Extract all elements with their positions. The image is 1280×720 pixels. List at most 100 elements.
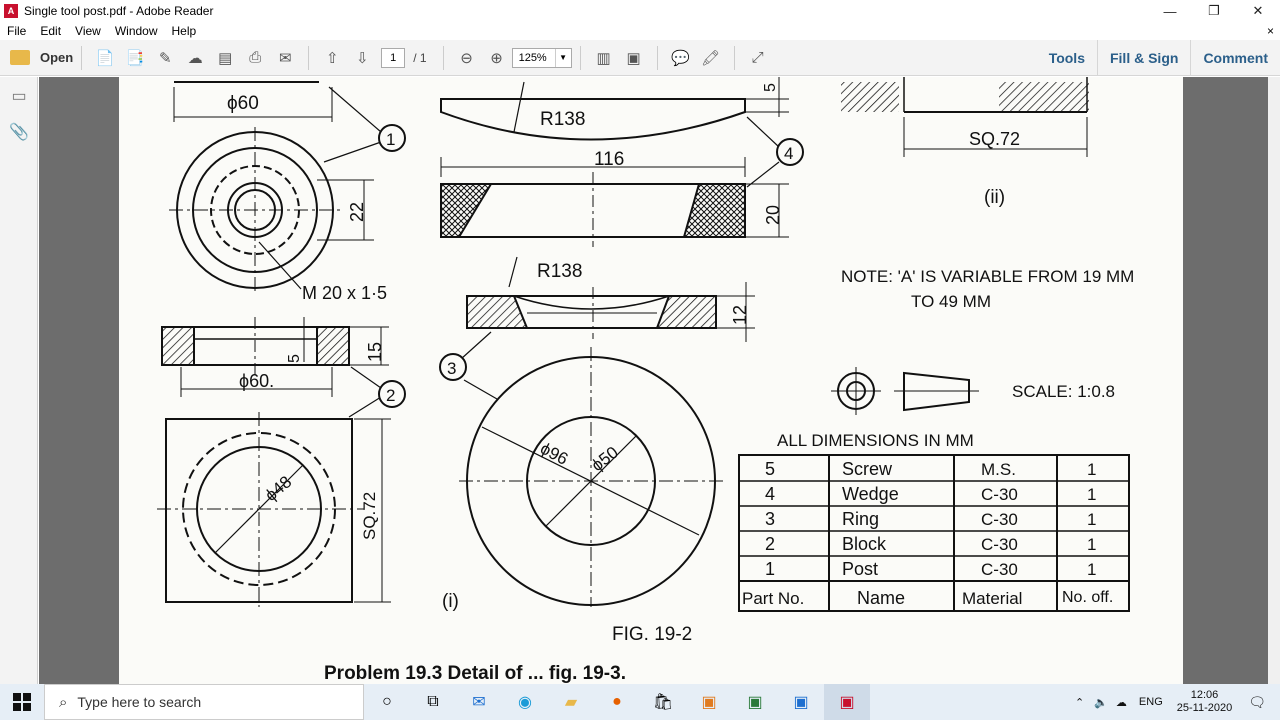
block-recess-label: 5	[286, 354, 303, 363]
table-cell: 1	[765, 559, 775, 579]
menu-view[interactable]: View	[68, 24, 108, 38]
clock[interactable]: 12:06 25-11-2020	[1171, 689, 1238, 715]
pdf-page: ϕ60 22 M 20 x 1·5 1 5 15 ϕ60. 2 ϕ48 SQ.7…	[119, 77, 1183, 684]
chevron-down-icon: ▼	[554, 48, 571, 67]
zoom-in-icon[interactable]: ⊕	[486, 47, 508, 69]
minimize-button[interactable]: —	[1148, 0, 1192, 22]
notifications-icon[interactable]: 🗨	[1238, 694, 1280, 711]
table-header: Material	[962, 589, 1022, 608]
orange-app-icon[interactable]: ▣	[686, 684, 732, 720]
block-section-view: 5 15 ϕ60. 2	[161, 317, 406, 418]
close-document-icon[interactable]: ×	[1267, 24, 1274, 38]
sign-icon[interactable]: ✎	[154, 47, 176, 69]
clock-date: 25-11-2020	[1176, 702, 1233, 714]
open-label: Open	[40, 50, 74, 65]
store-icon[interactable]: 🛍	[640, 684, 686, 720]
table-cell: C-30	[981, 510, 1018, 529]
toolbar-divider	[81, 45, 83, 70]
file-explorer-icon[interactable]: ▰	[548, 684, 594, 720]
wedge-height-label: 20	[763, 205, 783, 225]
next-page-icon[interactable]: ⇩	[351, 47, 373, 69]
menu-edit[interactable]: Edit	[33, 24, 68, 38]
email-icon[interactable]: ✉	[274, 47, 296, 69]
fit-width-icon[interactable]: ▥	[593, 47, 615, 69]
toolbar-divider	[579, 45, 581, 70]
vertical-scrollbar[interactable]	[1268, 77, 1280, 684]
ring-outer-diameter-label: ϕ96	[537, 439, 571, 469]
close-button[interactable]: ✕	[1236, 0, 1280, 22]
table-cell: 1	[1087, 510, 1096, 529]
view-i-label: (i)	[442, 591, 459, 612]
table-cell: C-30	[981, 560, 1018, 579]
table-cell: M.S.	[981, 460, 1016, 479]
create-pdf-icon[interactable]: 📄	[94, 47, 116, 69]
save-icon[interactable]: ▤	[214, 47, 236, 69]
task-view-icon[interactable]: ⧉	[410, 684, 456, 720]
block-height-label: 15	[365, 342, 385, 362]
folder-icon	[10, 50, 30, 65]
wedge-length-label: 116	[594, 149, 624, 170]
windows-taskbar: ⌕ Type here to search ○ ⧉ ✉ ◉ ▰ ● 🛍 ▣ ▣ …	[0, 684, 1280, 720]
projection-symbol	[831, 367, 979, 415]
expand-icon[interactable]: ⤢	[747, 47, 769, 69]
system-tray: ⌃ 🔈 ☁ ENG 12:06 25-11-2020 🗨	[1069, 684, 1280, 720]
table-cell: Screw	[842, 459, 893, 479]
sticky-note-icon[interactable]: 💬	[670, 47, 692, 69]
prev-page-icon[interactable]: ⇧	[321, 47, 343, 69]
table-cell: Wedge	[842, 484, 899, 504]
scale-label: SCALE: 1:0.8	[1012, 382, 1115, 401]
open-button[interactable]: Open	[10, 50, 73, 65]
volume-icon[interactable]: 🔈	[1090, 696, 1112, 709]
edit-pdf-icon[interactable]: 📑	[124, 47, 146, 69]
ring-radius-label: R138	[537, 261, 582, 282]
page-thumbnails-icon[interactable]: ▭	[8, 85, 30, 107]
search-icon: ⌕	[59, 693, 68, 711]
comment-button[interactable]: Comment	[1190, 40, 1280, 76]
table-cell: 1	[1087, 535, 1096, 554]
adobe-reader-icon: A	[4, 4, 18, 18]
mail-app-icon[interactable]: ✉	[456, 684, 502, 720]
page-number-input[interactable]: 1	[381, 47, 406, 68]
menu-window[interactable]: Window	[108, 24, 165, 38]
block-size-label: SQ.72	[360, 492, 379, 540]
firefox-icon[interactable]: ●	[594, 684, 640, 720]
edge-browser-icon[interactable]: ◉	[502, 684, 548, 720]
problem-heading: Problem 19.3 Detail of ... fig. 19-3.	[324, 663, 626, 684]
search-placeholder: Type here to search	[77, 694, 202, 710]
cortana-icon[interactable]: ○	[364, 684, 410, 720]
attachments-icon[interactable]: 📎	[8, 121, 30, 143]
table-cell: Ring	[842, 509, 879, 529]
network-icon[interactable]: ☁	[1112, 696, 1131, 709]
view-ii-size-label: SQ.72	[969, 129, 1020, 149]
toolbar-divider	[308, 45, 310, 70]
parts-table: 5 Screw M.S. 1 4 Wedge C-30 1 3 Ring C-3…	[738, 454, 1130, 612]
table-cell: 1	[1087, 460, 1096, 479]
zoom-select[interactable]: 125% ▼	[511, 47, 572, 68]
start-button[interactable]	[0, 684, 44, 720]
menu-file[interactable]: File	[0, 24, 33, 38]
adobe-reader-taskbar-icon[interactable]: ▣	[824, 684, 870, 720]
ring-height-label: 12	[730, 305, 750, 325]
table-cell: Block	[842, 534, 887, 554]
table-cell: Post	[842, 559, 878, 579]
language-indicator[interactable]: ENG	[1131, 696, 1171, 708]
upload-icon[interactable]: ☁	[184, 47, 206, 69]
highlight-icon[interactable]: 🖍	[700, 47, 722, 69]
restore-button[interactable]: ❐	[1192, 0, 1236, 22]
toolbar-divider	[656, 45, 658, 70]
wedge-radius-label: R138	[540, 109, 585, 130]
chevron-up-icon[interactable]: ⌃	[1069, 696, 1090, 709]
menu-help[interactable]: Help	[165, 24, 204, 38]
fit-page-icon[interactable]: ▣	[623, 47, 645, 69]
tools-button[interactable]: Tools	[1037, 40, 1097, 76]
figure-caption: FIG. 19-2	[612, 624, 692, 645]
photos-app-icon[interactable]: ▣	[778, 684, 824, 720]
table-header: Part No.	[742, 589, 804, 608]
table-cell: 3	[765, 509, 775, 529]
fill-sign-button[interactable]: Fill & Sign	[1096, 40, 1190, 76]
taskbar-search[interactable]: ⌕ Type here to search	[44, 684, 364, 720]
zoom-out-icon[interactable]: ⊖	[456, 47, 478, 69]
print-icon[interactable]: ⎙	[244, 47, 266, 69]
document-viewer[interactable]: ϕ60 22 M 20 x 1·5 1 5 15 ϕ60. 2 ϕ48 SQ.7…	[39, 77, 1268, 684]
green-app-icon[interactable]: ▣	[732, 684, 778, 720]
